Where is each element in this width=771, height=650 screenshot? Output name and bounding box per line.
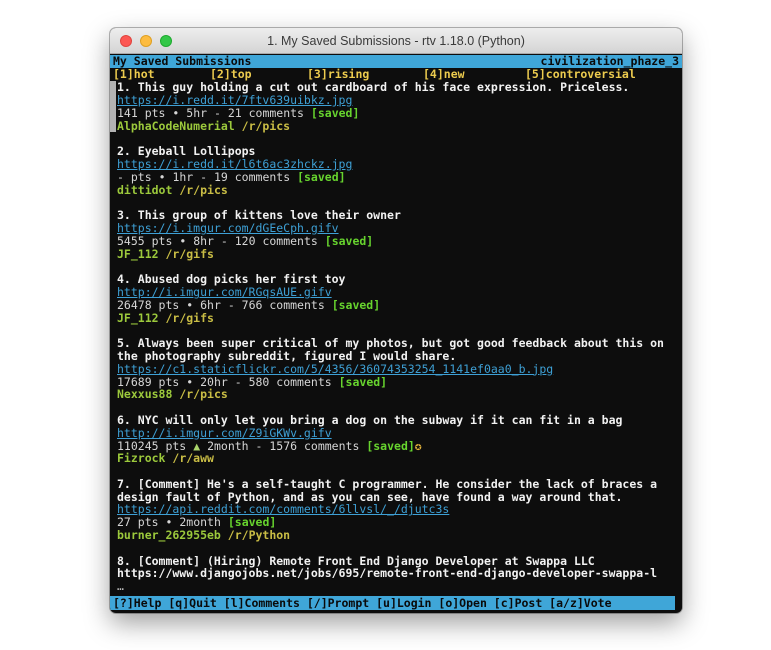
post-byline: Fizrock /r/aww	[117, 452, 667, 465]
sort-tabs-row: [1]hot [2]top [3]rising [4]new [5]contro…	[110, 68, 682, 81]
post-item[interactable]: 6. NYC will only let you bring a dog on …	[117, 414, 667, 465]
close-button[interactable]	[120, 35, 132, 47]
terminal-content: My Saved Submissions civilization_phaze_…	[110, 54, 682, 612]
post-item[interactable]: 1. This guy holding a cut out cardboard …	[117, 81, 667, 132]
post-author: Nexxus88	[117, 387, 172, 401]
shortcut-bar: [?]Help [q]Quit [l]Comments [/]Prompt [u…	[110, 596, 675, 610]
gilded-icon: ✪	[415, 439, 422, 453]
terminal-window: 1. My Saved Submissions - rtv 1.18.0 (Py…	[110, 28, 682, 613]
sort-tab-controversial[interactable]: [5]controversial	[525, 68, 636, 81]
saved-badge: [saved]	[297, 170, 345, 184]
truncation-ellipsis: …	[117, 580, 667, 593]
post-item[interactable]: 3. This group of kittens love their owne…	[117, 209, 667, 260]
sort-tab-hot[interactable]: [1]hot	[113, 68, 155, 81]
traffic-lights	[120, 35, 172, 47]
post-byline: burner_262955eb /r/Python	[117, 529, 667, 542]
window-title: 1. My Saved Submissions - rtv 1.18.0 (Py…	[267, 34, 525, 48]
post-byline: JF_112 /r/gifs	[117, 248, 667, 261]
saved-badge: [saved]	[332, 298, 380, 312]
post-subreddit: /r/pics	[242, 119, 290, 133]
minimize-button[interactable]	[140, 35, 152, 47]
saved-badge: [saved]	[325, 234, 373, 248]
post-subreddit: /r/gifs	[165, 247, 213, 261]
post-byline: Nexxus88 /r/pics	[117, 388, 667, 401]
post-author: dittidot	[117, 183, 172, 197]
post-subreddit: /r/pics	[179, 387, 227, 401]
post-subreddit: /r/Python	[228, 528, 290, 542]
post-item[interactable]: 8. [Comment] (Hiring) Remote Front End D…	[117, 555, 667, 593]
sort-tab-new[interactable]: [4]new	[423, 68, 465, 81]
post-author: JF_112	[117, 247, 159, 261]
post-byline: dittidot /r/pics	[117, 184, 667, 197]
window-titlebar[interactable]: 1. My Saved Submissions - rtv 1.18.0 (Py…	[110, 28, 682, 54]
post-title: 5. Always been super critical of my phot…	[117, 337, 667, 363]
post-subreddit: /r/pics	[179, 183, 227, 197]
post-subreddit: /r/aww	[172, 451, 214, 465]
post-item[interactable]: 2. Eyeball Lollipops https://i.redd.it/l…	[117, 145, 667, 196]
post-item[interactable]: 7. [Comment] He's a self-taught C progra…	[117, 478, 667, 542]
saved-badge: [saved]	[366, 439, 414, 453]
post-author: AlphaCodeNumerial	[117, 119, 235, 133]
post-list: 1. This guy holding a cut out cardboard …	[110, 81, 682, 593]
post-item[interactable]: 5. Always been super critical of my phot…	[117, 337, 667, 401]
post-author: burner_262955eb	[117, 528, 221, 542]
post-byline: AlphaCodeNumerial /r/pics	[117, 120, 667, 133]
sort-tab-top[interactable]: [2]top	[210, 68, 252, 81]
post-title-overflow: https://www.djangojobs.net/jobs/695/remo…	[117, 567, 667, 580]
saved-badge: [saved]	[339, 375, 387, 389]
post-subreddit: /r/gifs	[165, 311, 213, 325]
post-title: 6. NYC will only let you bring a dog on …	[117, 414, 667, 427]
zoom-button[interactable]	[160, 35, 172, 47]
post-item[interactable]: 4. Abused dog picks her first toy http:/…	[117, 273, 667, 324]
post-title: 7. [Comment] He's a self-taught C progra…	[117, 478, 667, 504]
saved-badge: [saved]	[311, 106, 359, 120]
post-byline: JF_112 /r/gifs	[117, 312, 667, 325]
sort-tab-rising[interactable]: [3]rising	[307, 68, 369, 81]
post-author: JF_112	[117, 311, 159, 325]
post-author: Fizrock	[117, 451, 165, 465]
